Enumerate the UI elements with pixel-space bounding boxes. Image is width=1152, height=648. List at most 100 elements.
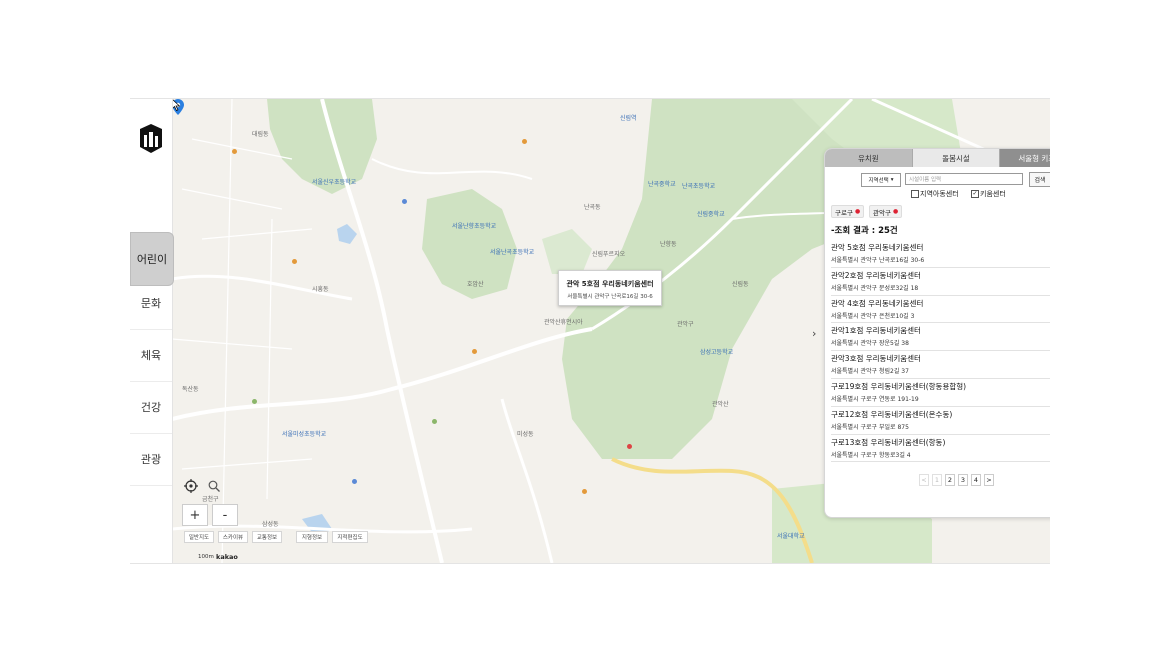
facility-address: 서울특별시 구로구 부일로 875 xyxy=(831,423,909,431)
list-item[interactable]: 관악3호점 우리동네키움센터 서울특별시 관악구 청림2길 37 xyxy=(831,351,1050,379)
nav-item-sports[interactable]: 체육 xyxy=(130,329,172,382)
checkbox-local-child-center[interactable]: 지역아동센터 xyxy=(911,189,959,199)
map-label: 미성동 xyxy=(517,431,534,438)
map-label: 서울미성초등학교 xyxy=(282,431,327,438)
page-button-4[interactable]: 4 xyxy=(971,474,981,486)
tab-care-facility[interactable]: 돌봄시설 xyxy=(912,149,1001,167)
checkbox-box[interactable] xyxy=(911,190,919,198)
facility-panel: 유치원 돌봄시설 서울형 키즈카페 지역선택 ▾ 시설이름 입력 검색 지역아동… xyxy=(824,148,1050,518)
tooltip-address: 서울특별시 관악구 난곡로16길 30-6 xyxy=(567,294,653,300)
region-select[interactable]: 지역선택 ▾ xyxy=(861,173,901,187)
facility-address: 서울특별시 관악구 난곡로16길 30-6 xyxy=(831,257,925,264)
region-select-value: 지역선택 xyxy=(868,178,889,184)
zoom-out-button[interactable]: - xyxy=(212,504,238,526)
map-label: 호암산 xyxy=(467,281,484,288)
nav-item-health[interactable]: 건강 xyxy=(130,381,172,434)
checkbox-checked-icon[interactable]: ✓ xyxy=(971,190,979,198)
facility-tabs: 유치원 돌봄시설 서울형 키즈카페 xyxy=(825,149,1050,167)
poi-dot xyxy=(292,259,297,264)
zoom-in-button[interactable]: + xyxy=(182,504,208,526)
side-navigation: 어린이 문화 체육 건강 관광 xyxy=(130,99,174,563)
map-label: 서울난곡초등학교 xyxy=(490,249,535,256)
map-type-normal-button[interactable]: 일반지도 xyxy=(184,531,214,543)
nav-item-tourism[interactable]: 관광 xyxy=(130,433,172,486)
poi-dot xyxy=(252,399,257,404)
map-label: 독산동 xyxy=(182,386,199,393)
list-item[interactable]: 구로12호점 우리동네키움센터(온수동) 서울특별시 구로구 부일로 875 xyxy=(831,407,1050,435)
poi-dot xyxy=(232,149,237,154)
facility-name: 구로13호점 우리동네키움센터(항동) xyxy=(831,437,946,447)
map-traffic-button[interactable]: 교통정보 xyxy=(252,531,282,543)
poi-dot xyxy=(582,489,587,494)
city-logo-icon xyxy=(140,124,162,153)
map-label: 난곡중학교 xyxy=(648,181,676,188)
map-label: 난곡동 xyxy=(584,204,601,211)
filter-tag-guro[interactable]: 구로구 ● xyxy=(831,205,865,218)
map-terrain-button[interactable]: 지형정보 xyxy=(296,531,328,543)
tab-kids-cafe[interactable]: 서울형 키즈카페 xyxy=(1000,149,1050,167)
nav-item-culture[interactable]: 문화 xyxy=(130,277,172,330)
list-item[interactable]: 구로19호점 우리동네키움센터(항동용합형) 서울특별시 구로구 연동로 191-… xyxy=(831,379,1050,407)
prev-page-button[interactable]: < xyxy=(919,474,929,486)
list-item[interactable]: 관악1호점 우리동네키움센터서울특별시 관악구 장운5길 38 xyxy=(831,323,1050,352)
list-item[interactable]: 관악2호점 우리동네키움센터 서울특별시 관악구 문성로32길 18 xyxy=(831,268,1050,296)
search-icon[interactable] xyxy=(208,480,220,492)
app-frame: 어린이 문화 체육 건강 관광 금천구 관악구 난곡동 난곡초등학교 난곡중학교… xyxy=(130,98,1050,564)
result-count-title: -조회 결과 : 25건 xyxy=(831,226,898,236)
map-label: 시흥동 xyxy=(312,286,329,293)
facility-address: 서울특별시 관악구 청림2길 37 xyxy=(831,368,909,376)
facility-address: 서울특별시 관악구 문성로32길 18 xyxy=(831,284,919,292)
search-button[interactable]: 검색 xyxy=(1029,172,1050,187)
mouse-pointer-icon xyxy=(172,99,180,111)
pagination: < 1 2 3 4 > xyxy=(919,474,994,486)
map-label: 서울대학교 xyxy=(777,533,805,540)
current-location-icon[interactable] xyxy=(184,479,198,493)
poi-dot xyxy=(522,139,527,144)
facility-name: 구로19호점 우리동네키움센터(항동용합형) xyxy=(831,381,967,391)
map-label: 삼성고등학교 xyxy=(700,349,734,356)
poi-dot xyxy=(432,419,437,424)
poi-dot xyxy=(352,479,357,484)
facility-address: 서울특별시 구로구 항동로3길 4 xyxy=(831,451,911,459)
map-label: 신림동 xyxy=(732,281,749,288)
facility-name: 관악 5호점 우리동네키움센터 xyxy=(831,243,924,252)
map-label: 신림역 xyxy=(620,115,637,122)
map-type-skyview-button[interactable]: 스카이뷰 xyxy=(218,531,248,543)
map-label: 난곡초등학교 xyxy=(682,183,716,190)
filter-tag-gwanak[interactable]: 관악구 ● xyxy=(869,205,903,218)
result-list: 관악 5호점 우리동네키움센터서울특별시 관악구 난곡로16길 30-6 관악2… xyxy=(831,240,1050,463)
facility-address: 서울특별시 관악구 은천로10길 3 xyxy=(831,312,915,320)
remove-tag-icon[interactable]: ● xyxy=(893,208,898,215)
chevron-down-icon: ▾ xyxy=(890,177,894,183)
filter-tag-label: 관악구 xyxy=(873,208,891,217)
list-item[interactable]: 관악 4호점 우리동네키움센터 서울특별시 관악구 은천로10길 3 xyxy=(831,296,1050,324)
checkbox-label: 키움센터 xyxy=(980,190,1006,198)
map-label: 삼성동 xyxy=(262,521,279,528)
map-scale: 100m xyxy=(198,554,214,560)
map-label: 관악산휴먼시아 xyxy=(544,319,583,326)
page-button-3[interactable]: 3 xyxy=(958,474,968,486)
tooltip-name: 관악 5호점 우리동네키움센터 xyxy=(566,280,654,288)
poi-dot xyxy=(627,444,632,449)
page-button-2[interactable]: 2 xyxy=(945,474,955,486)
list-item[interactable]: 관악 5호점 우리동네키움센터서울특별시 관악구 난곡로16길 30-6 xyxy=(831,240,1050,268)
list-item[interactable]: 구로13호점 우리동네키움센터(항동) 서울특별시 구로구 항동로3길 4 xyxy=(831,435,1050,463)
facility-search-input[interactable]: 시설이름 입력 xyxy=(905,173,1023,185)
map-label: 관악산 xyxy=(712,401,729,408)
next-page-button[interactable]: > xyxy=(984,474,994,486)
tab-kindergarten[interactable]: 유치원 xyxy=(825,149,913,167)
facility-name: 관악1호점 우리동네키움센터 xyxy=(831,326,921,336)
facility-tooltip: 관악 5호점 우리동네키움센터 서울특별시 관악구 난곡로16길 30-6 xyxy=(558,270,662,306)
remove-tag-icon[interactable]: ● xyxy=(855,208,860,215)
map-label: 신림푸르지오 xyxy=(592,251,626,258)
map-label: 서울신우초등학교 xyxy=(312,179,357,186)
map-label: 금천구 xyxy=(202,496,219,503)
filter-tag-label: 구로구 xyxy=(835,208,853,217)
map-canvas[interactable]: 금천구 관악구 난곡동 난곡초등학교 난곡중학교 신림중학교 서울신우초등학교 … xyxy=(172,99,1050,563)
facility-address: 서울특별시 관악구 장운5길 38 xyxy=(831,340,909,348)
chevron-right-icon[interactable]: › xyxy=(812,327,816,340)
poi-dot xyxy=(472,349,477,354)
page-button-1[interactable]: 1 xyxy=(932,474,942,486)
checkbox-kium-center[interactable]: ✓ 키움센터 xyxy=(971,189,1006,199)
map-cadastral-button[interactable]: 지적편집도 xyxy=(332,531,368,543)
